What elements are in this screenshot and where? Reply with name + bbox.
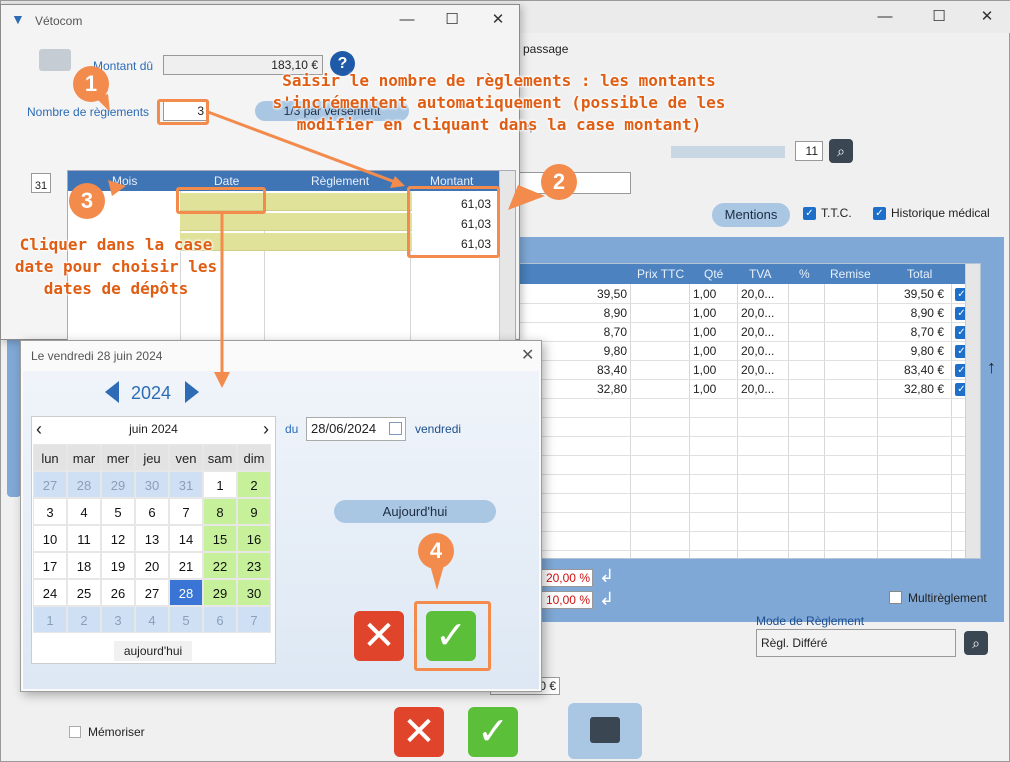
annotation-text-3: Cliquer dans la case date pour choisir l… <box>14 235 218 298</box>
highlight-nb-reglements <box>157 99 209 125</box>
highlight-date-cell <box>176 187 266 214</box>
badge-4: 4 <box>418 533 454 569</box>
badge-3: 3 <box>69 183 105 219</box>
badge-1: 1 <box>73 66 109 102</box>
highlight-montants <box>407 186 500 258</box>
highlight-confirm <box>414 601 491 671</box>
annotation-text-1: Saisir le nombre de règlements : les mon… <box>272 71 726 134</box>
arrow-3-head <box>214 372 230 388</box>
callout-3-pointer <box>108 180 126 196</box>
badge-2: 2 <box>541 164 577 200</box>
callout-2-pointer <box>508 185 545 210</box>
